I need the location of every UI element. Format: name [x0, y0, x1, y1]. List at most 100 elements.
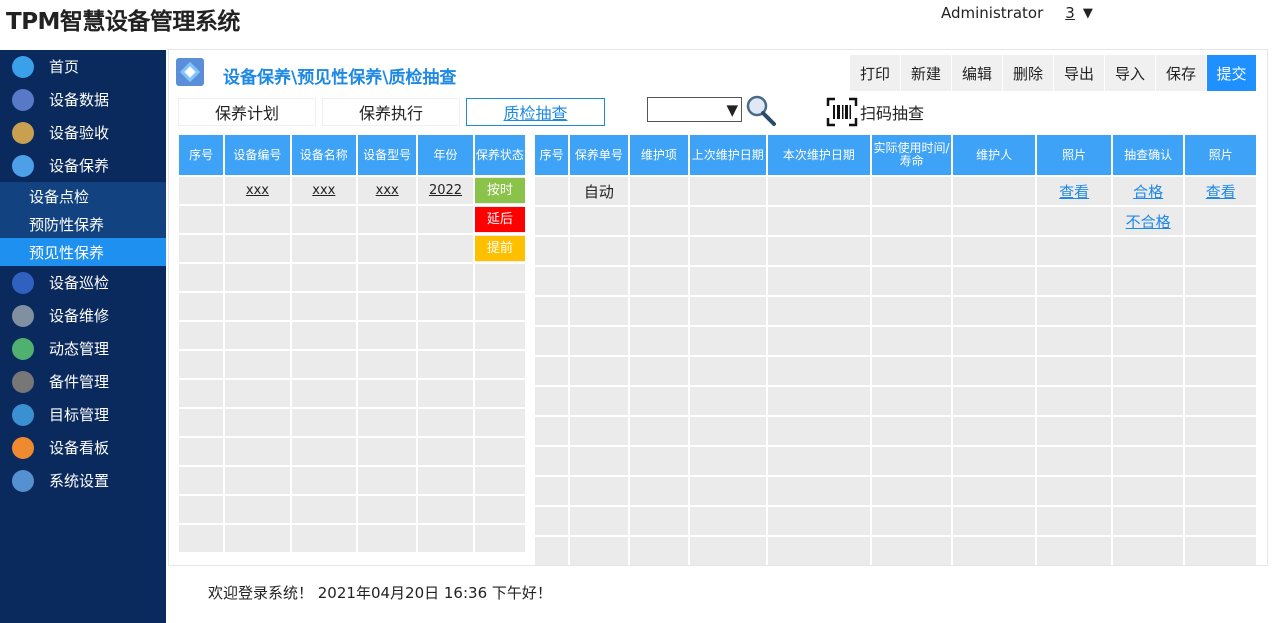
equipment-model-link[interactable]: xxx — [376, 183, 399, 198]
sidebar-item-data[interactable]: 设备数据 — [0, 83, 166, 116]
table-cell: 自动 — [570, 177, 628, 205]
sidebar-item-clipboard[interactable]: 设备巡检 — [0, 266, 166, 299]
sidebar-item-inventory[interactable]: 备件管理 — [0, 365, 166, 398]
equipment-code-link[interactable]: xxx — [246, 183, 269, 198]
table-cell — [179, 467, 224, 494]
filter-select[interactable]: ▼ — [647, 97, 742, 122]
year-link[interactable]: 2022 — [429, 183, 462, 198]
sidebar-subitem-2[interactable]: 预见性保养 — [0, 238, 166, 266]
target-icon — [12, 403, 34, 426]
table-row[interactable] — [535, 327, 1256, 355]
table-row[interactable] — [179, 293, 525, 320]
table-cell — [1037, 477, 1111, 505]
table-row[interactable] — [179, 380, 525, 407]
table-cell — [570, 207, 628, 235]
view-photo-link[interactable]: 查看 — [1059, 183, 1089, 201]
search-icon[interactable] — [743, 92, 781, 128]
sidebar-item-label: 设备巡检 — [49, 274, 110, 292]
table-row[interactable] — [535, 297, 1256, 325]
table-cell — [629, 177, 689, 205]
sidebar-subitem-1[interactable]: 预防性保养 — [0, 210, 166, 238]
table-row[interactable]: 不合格 — [535, 207, 1256, 235]
table-cell — [1185, 357, 1256, 385]
fail-link[interactable]: 不合格 — [1126, 213, 1171, 231]
table-row[interactable] — [179, 409, 525, 436]
table-row[interactable] — [535, 507, 1256, 535]
scan-check-button[interactable]: 扫码抽查 — [826, 97, 924, 127]
notification-count[interactable]: 3 — [1065, 4, 1075, 22]
col-header-equipment-name: 设备名称 — [291, 135, 356, 175]
table-cell — [690, 237, 766, 265]
tab-maintenance-execution[interactable]: 保养执行 — [322, 98, 460, 126]
chevron-down-icon[interactable]: ▼ — [1083, 6, 1093, 21]
table-cell — [474, 264, 525, 291]
table-row[interactable] — [535, 417, 1256, 445]
submit-button[interactable]: 提交 — [1207, 55, 1257, 91]
equipment-name-link[interactable]: xxx — [312, 183, 335, 198]
col-header-index: 序号 — [535, 135, 569, 175]
table-row[interactable]: 提前 — [179, 235, 525, 262]
pass-link[interactable]: 合格 — [1133, 183, 1163, 201]
table-cell — [767, 417, 871, 445]
sidebar-item-gear[interactable]: 系统设置 — [0, 464, 166, 497]
print-button[interactable]: 打印 — [850, 55, 901, 91]
table-row[interactable] — [535, 447, 1256, 475]
view-photo-link-2[interactable]: 查看 — [1206, 183, 1236, 201]
status-badge-early[interactable]: 提前 — [474, 236, 525, 261]
table-row[interactable] — [179, 525, 525, 552]
table-cell — [952, 417, 1036, 445]
table-row[interactable]: 延后 — [179, 206, 525, 233]
order-number-value: 自动 — [583, 182, 614, 201]
table-cell — [690, 537, 766, 565]
table-row[interactable]: xxx xxx xxx 2022 按时 — [179, 177, 525, 204]
table-cell — [570, 357, 628, 385]
table-cell — [358, 525, 417, 552]
table-row[interactable] — [179, 322, 525, 349]
table-cell — [767, 267, 871, 295]
table-cell — [629, 207, 689, 235]
table-cell — [1037, 417, 1111, 445]
sidebar-item-maintenance[interactable]: 设备保养 — [0, 149, 166, 182]
table-cell — [690, 387, 766, 415]
sidebar-item-network[interactable]: 动态管理 — [0, 332, 166, 365]
tab-maintenance-plan[interactable]: 保养计划 — [178, 98, 316, 126]
user-menu[interactable]: Administrator 3 ▼ — [941, 4, 1093, 22]
table-cell — [952, 267, 1036, 295]
table-row[interactable] — [535, 387, 1256, 415]
table-cell — [872, 417, 951, 445]
sidebar-item-tools[interactable]: 设备维修 — [0, 299, 166, 332]
import-button[interactable]: 导入 — [1105, 55, 1156, 91]
sidebar-item-target[interactable]: 目标管理 — [0, 398, 166, 431]
sidebar-item-checklist[interactable]: 设备验收 — [0, 116, 166, 149]
table-row[interactable] — [179, 264, 525, 291]
edit-button[interactable]: 编辑 — [952, 55, 1003, 91]
table-row[interactable] — [535, 357, 1256, 385]
table-row[interactable]: 自动 查看 合格 查看 — [535, 177, 1256, 205]
table-cell — [535, 447, 569, 475]
sidebar-item-home[interactable]: 首页 — [0, 50, 166, 83]
save-button[interactable]: 保存 — [1156, 55, 1207, 91]
delete-button[interactable]: 删除 — [1003, 55, 1054, 91]
sidebar-item-dashboard[interactable]: 设备看板 — [0, 431, 166, 464]
status-badge-delayed[interactable]: 延后 — [474, 207, 525, 232]
inspection-table: 序号 保养单号 维护项 上次维护日期 本次维护日期 实际使用时间/寿命 维护人 … — [533, 133, 1258, 567]
tab-quality-inspection[interactable]: 质检抽查 — [466, 98, 605, 126]
table-cell — [225, 235, 290, 262]
table-row[interactable] — [179, 438, 525, 465]
table-cell — [952, 237, 1036, 265]
table-row[interactable] — [179, 467, 525, 494]
table-row[interactable] — [535, 267, 1256, 295]
table-row[interactable] — [535, 477, 1256, 505]
status-badge-ontime[interactable]: 按时 — [474, 178, 525, 203]
table-cell — [418, 322, 473, 349]
new-button[interactable]: 新建 — [901, 55, 952, 91]
export-button[interactable]: 导出 — [1054, 55, 1105, 91]
table-cell — [179, 264, 224, 291]
table-row[interactable] — [179, 496, 525, 523]
table-cell — [767, 537, 871, 565]
sidebar-subitem-0[interactable]: 设备点检 — [0, 182, 166, 210]
table-row[interactable] — [179, 351, 525, 378]
table-row[interactable] — [535, 537, 1256, 565]
table-row[interactable] — [535, 237, 1256, 265]
table-cell — [1037, 237, 1111, 265]
